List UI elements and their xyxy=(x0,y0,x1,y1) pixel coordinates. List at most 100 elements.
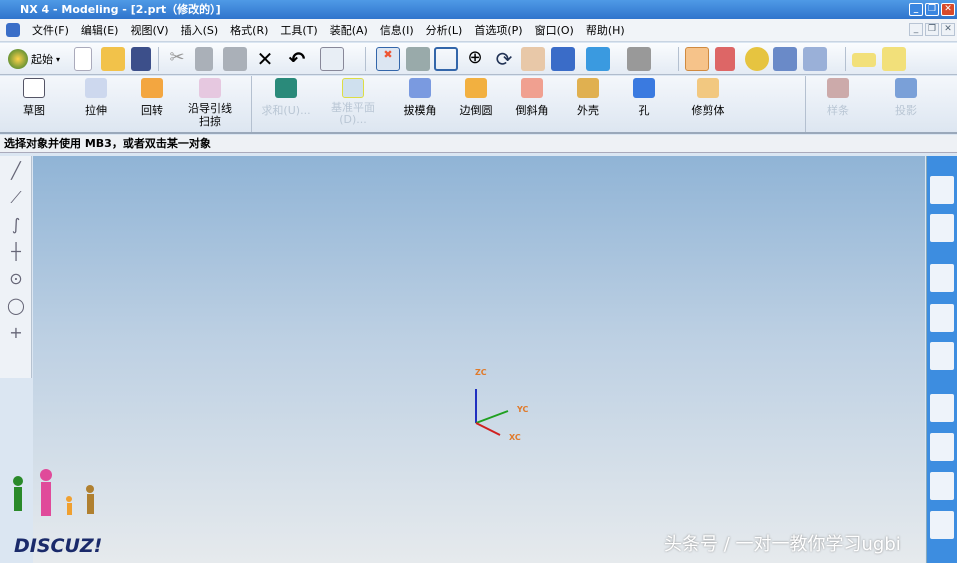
point-icon[interactable]: + xyxy=(4,321,28,345)
draft-button[interactable]: 拔模角 xyxy=(400,78,440,118)
menu-view[interactable]: 视图(V) xyxy=(130,22,168,38)
sketch-button[interactable]: 草图 xyxy=(16,78,52,118)
line-icon[interactable]: ╱ xyxy=(4,159,28,183)
zoom-in-out-icon[interactable]: ⊕ xyxy=(463,47,487,71)
status-prompt: 选择对象并使用 MB3，或者双击某一对象 xyxy=(0,135,957,153)
menu-format[interactable]: 格式(R) xyxy=(230,22,268,38)
process-studio-icon[interactable] xyxy=(930,472,954,500)
menu-information[interactable]: 信息(I) xyxy=(380,22,414,38)
palette-navigator-icon[interactable] xyxy=(930,433,954,461)
fit-icon[interactable]: ✖ xyxy=(376,47,400,71)
training-icon[interactable] xyxy=(930,304,954,332)
toolbar-separator xyxy=(678,47,679,71)
chevron-down-icon: ▾ xyxy=(56,54,61,64)
copy-icon[interactable] xyxy=(195,47,213,71)
view-orientation-icon[interactable] xyxy=(586,47,610,71)
wcs-dynamics-icon[interactable] xyxy=(715,47,735,71)
menu-preferences[interactable]: 首选项(P) xyxy=(474,22,522,38)
edge-blend-button[interactable]: 边倒圆 xyxy=(456,78,496,118)
doc-restore-button[interactable]: ❐ xyxy=(925,23,939,36)
start-button[interactable]: 起始 ▾ xyxy=(8,47,66,71)
close-button[interactable]: ✕ xyxy=(941,3,955,16)
circle-center-icon[interactable]: ⊙ xyxy=(4,267,28,291)
spline-button[interactable]: 样条 xyxy=(818,78,858,118)
extrude-button[interactable]: 拉伸 xyxy=(78,78,114,118)
menu-assembly[interactable]: 装配(A) xyxy=(330,22,368,38)
copy-layer-icon[interactable] xyxy=(803,47,827,71)
menu-window[interactable]: 窗口(O) xyxy=(535,22,574,38)
wcs-icon[interactable] xyxy=(685,47,709,71)
roles-icon[interactable] xyxy=(930,511,954,539)
web-browser-icon[interactable] xyxy=(930,264,954,292)
assembly-navigator-icon[interactable] xyxy=(930,176,954,204)
line-point-icon[interactable]: ⟋ xyxy=(4,186,28,210)
render-style-icon[interactable] xyxy=(627,47,651,71)
toolbar-separator xyxy=(365,47,366,71)
save-icon[interactable] xyxy=(131,47,151,71)
help-icon[interactable] xyxy=(930,342,954,370)
measure-angle-icon[interactable] xyxy=(882,47,906,71)
information-icon[interactable] xyxy=(320,47,344,71)
restore-button[interactable]: ❐ xyxy=(925,3,939,16)
unite-button[interactable]: 求和(U)... xyxy=(258,78,314,118)
new-file-icon[interactable] xyxy=(74,47,92,71)
spline-icon xyxy=(827,78,849,98)
chamfer-button[interactable]: 倒斜角 xyxy=(512,78,552,118)
extrude-icon xyxy=(85,78,107,98)
paste-icon[interactable] xyxy=(223,47,247,71)
graphics-window[interactable]: ZC YC XC xyxy=(33,156,925,563)
window-title: NX 4 - Modeling - [2.prt（修改的）] xyxy=(20,3,221,16)
revolve-icon xyxy=(141,78,163,98)
projection-button[interactable]: 投影 xyxy=(886,78,926,118)
shell-button[interactable]: 外壳 xyxy=(568,78,608,118)
feature-label: 基准平面 (D)... xyxy=(331,101,375,126)
feature-label: 回转 xyxy=(141,104,163,117)
x-axis xyxy=(475,422,501,436)
cut-icon[interactable]: ✂ xyxy=(165,47,189,71)
part-navigator-icon[interactable] xyxy=(930,214,954,242)
shell-icon xyxy=(577,78,599,98)
menu-tools[interactable]: 工具(T) xyxy=(280,22,317,38)
datum-plane-button[interactable]: 基准平面 (D)... xyxy=(328,78,378,126)
perspective-icon[interactable] xyxy=(551,47,575,71)
menu-insert[interactable]: 插入(S) xyxy=(181,22,219,38)
feature-label: 草图 xyxy=(23,104,45,117)
arc-icon[interactable]: ∫ xyxy=(4,213,28,237)
discuz-logo: DISCUZ! xyxy=(13,469,102,557)
doc-minimize-button[interactable]: _ xyxy=(909,23,923,36)
watermark: 头条号 / 一对一教你学习ugbi xyxy=(664,534,901,555)
tangent-icon[interactable]: ┼ xyxy=(4,240,28,264)
doc-close-button[interactable]: ✕ xyxy=(941,23,955,36)
open-folder-icon[interactable] xyxy=(101,47,125,71)
hole-icon xyxy=(633,78,655,98)
hole-button[interactable]: 孔 xyxy=(626,78,662,118)
curve-toolbar: ╱ ⟋ ∫ ┼ ⊙ ◯ + xyxy=(0,156,32,378)
measure-distance-icon[interactable] xyxy=(852,53,876,67)
toolbar-separator xyxy=(158,47,159,71)
menu-edit[interactable]: 编辑(E) xyxy=(81,22,119,38)
draft-icon xyxy=(409,78,431,98)
move-layer-icon[interactable] xyxy=(773,47,797,71)
menu-help[interactable]: 帮助(H) xyxy=(586,22,625,38)
toolbar-separator xyxy=(805,76,806,132)
rotate-icon[interactable]: ⟳ xyxy=(492,47,516,71)
delete-icon[interactable]: ✕ xyxy=(253,47,277,71)
feature-label: 投影 xyxy=(895,104,917,117)
sweep-along-guide-button[interactable]: 沿导引线 扫掠 xyxy=(182,78,238,128)
y-axis xyxy=(475,410,509,424)
zoom-icon[interactable] xyxy=(434,47,458,71)
feature-label: 修剪体 xyxy=(691,104,725,117)
minimize-button[interactable]: _ xyxy=(909,3,923,16)
revolve-button[interactable]: 回转 xyxy=(134,78,170,118)
projection-icon xyxy=(895,78,917,98)
undo-icon[interactable]: ↶ xyxy=(285,47,309,71)
start-label: 起始 xyxy=(31,53,53,66)
menu-file[interactable]: 文件(F) xyxy=(32,22,69,38)
zoom-window-icon[interactable] xyxy=(406,47,430,71)
history-icon[interactable] xyxy=(930,394,954,422)
menu-analysis[interactable]: 分析(L) xyxy=(426,22,463,38)
circle-icon[interactable]: ◯ xyxy=(4,294,28,318)
palette-icon[interactable] xyxy=(745,47,769,71)
pan-icon[interactable] xyxy=(521,47,545,71)
trim-body-button[interactable]: 修剪体 xyxy=(684,78,732,118)
